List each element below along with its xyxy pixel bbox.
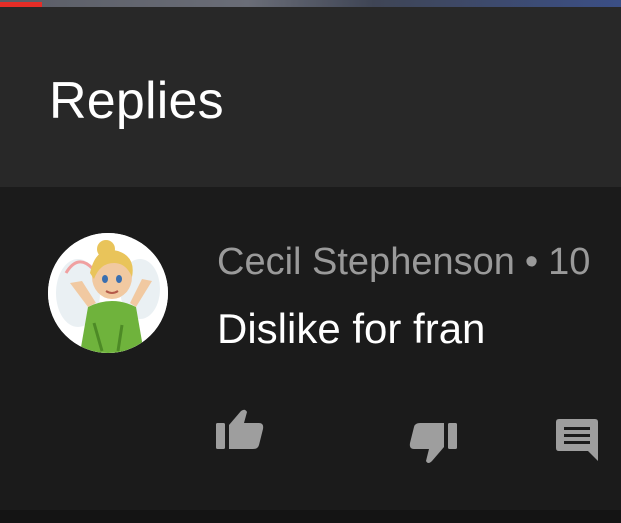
thumbs-up-icon xyxy=(216,409,264,449)
thumbs-down-icon xyxy=(409,423,457,463)
like-button[interactable] xyxy=(216,409,264,451)
comment-text: Dislike for fran xyxy=(217,305,486,352)
dislike-button[interactable] xyxy=(409,423,457,465)
meta-separator: • xyxy=(524,241,539,283)
timestamp: 10 xyxy=(548,241,591,283)
reply-button[interactable] xyxy=(556,419,598,461)
page-title: Replies xyxy=(49,72,224,130)
fairy-avatar-icon xyxy=(48,233,168,353)
replies-screen: Replies Cecil Stephenson • 10 Dislike fo… xyxy=(0,0,621,523)
bottom-divider xyxy=(0,510,621,523)
reply-meta: Cecil Stephenson • 10 xyxy=(217,239,590,285)
replies-header: Replies xyxy=(0,7,621,187)
avatar[interactable] xyxy=(48,233,168,353)
comment-icon xyxy=(556,419,598,461)
reply-comment: Cecil Stephenson • 10 Dislike for fran xyxy=(0,187,621,510)
author-name[interactable]: Cecil Stephenson xyxy=(217,241,515,283)
video-player-edge xyxy=(0,0,621,7)
